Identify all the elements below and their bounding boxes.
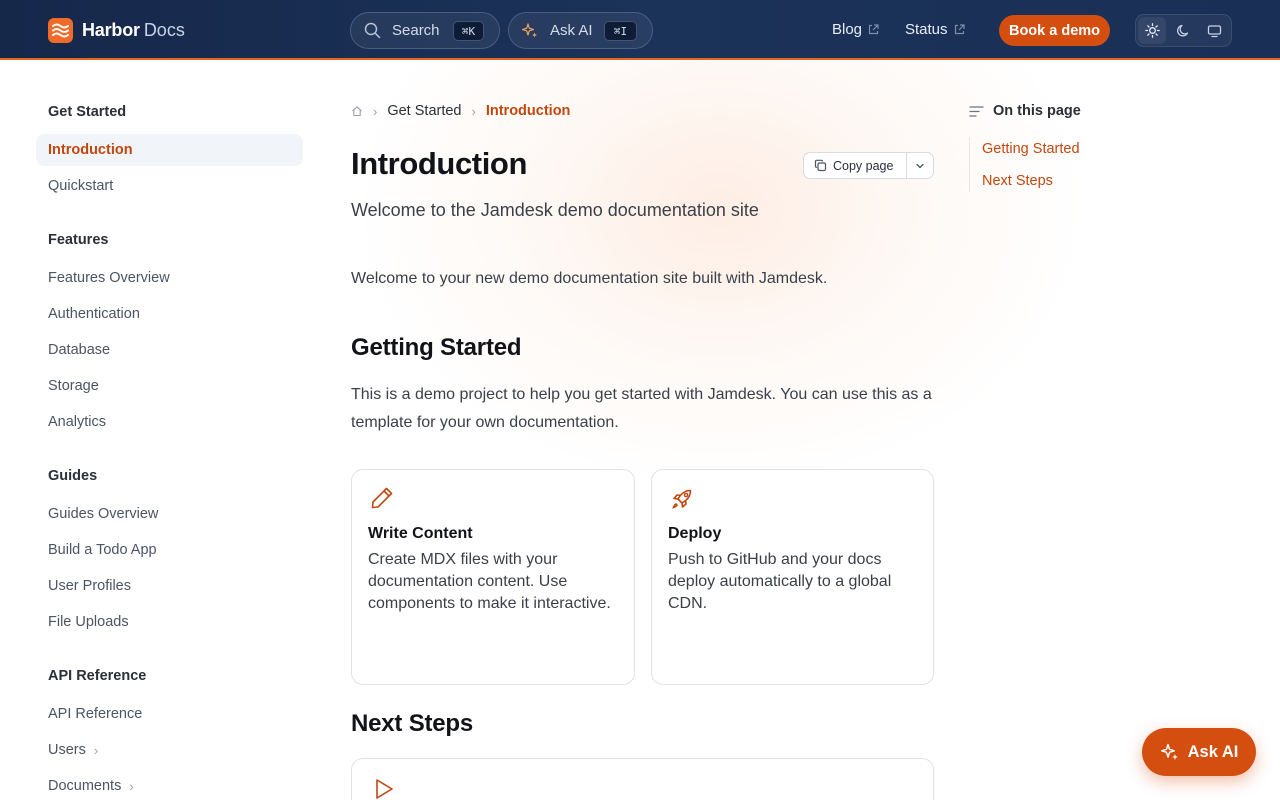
sidebar-item-guides-overview[interactable]: Guides Overview [36,498,303,530]
pencil-icon [371,487,393,509]
moon-icon [1177,24,1189,36]
theme-switcher [1135,14,1232,47]
sidebar-section-guides: Guides [48,468,98,484]
card-next-step[interactable] [351,758,934,800]
page-title: Introduction [351,146,527,181]
copy-page-dropdown[interactable] [907,153,933,178]
sidebar-item-users[interactable]: Users › [36,734,303,766]
chevron-right-icon: › [129,778,134,794]
toc-divider [969,137,970,192]
brand-suffix: Docs [143,20,185,40]
chevron-right-icon: › [373,103,378,119]
brand-name: Harbor [82,20,140,40]
dark-theme-button[interactable] [1169,17,1197,44]
sidebar-item-documents[interactable]: Documents › [36,770,303,800]
sidebar-item-database[interactable]: Database [36,334,303,366]
sidebar-item-user-profiles[interactable]: User Profiles [36,570,303,602]
sun-icon [1144,23,1160,38]
sparkles-icon [521,22,537,37]
copy-page-control: Copy page [803,152,934,179]
status-link[interactable]: Status [905,21,965,38]
chevron-right-icon: › [93,742,99,758]
card-deploy[interactable]: Deploy Push to GitHub and your docs depl… [651,469,934,685]
card-title: Write Content [368,525,473,542]
play-icon [376,779,393,799]
search-button[interactable]: Search ⌘K [350,12,500,49]
sidebar-item-introduction[interactable]: Introduction [36,134,303,166]
heading-next-steps: Next Steps [351,710,474,737]
card-description: Create MDX files with your documentation… [368,551,611,612]
ask-ai-label: Ask AI [550,22,593,39]
search-icon [364,22,381,39]
sparkles-icon [1160,743,1178,760]
sidebar-item-file-uploads[interactable]: File Uploads [36,606,303,638]
sidebar-item-storage[interactable]: Storage [36,370,303,402]
toc-item-next-steps[interactable]: Next Steps [982,173,1053,189]
top-navigation-bar: Harbor Docs Search ⌘K Ask AI ⌘I Blog Stat… [0,0,1280,60]
sidebar-item-label: Users [48,742,86,758]
copy-icon [814,159,827,172]
external-link-icon [868,24,879,35]
ask-ai-floating-button[interactable]: Ask AI [1142,728,1256,776]
ask-ai-fab-label: Ask AI [1187,742,1239,761]
card-write-content[interactable]: Write Content Create MDX files with your… [351,469,635,685]
breadcrumb-item-get-started[interactable]: Get Started [387,103,461,119]
toc-header: On this page [969,103,1081,119]
card-title: Deploy [668,525,722,542]
chevron-right-icon: › [471,103,476,119]
sidebar-item-api-reference[interactable]: API Reference [36,698,303,730]
card-description: Push to GitHub and your docs deploy auto… [668,551,892,612]
copy-page-button[interactable]: Copy page [804,153,908,178]
home-icon[interactable] [351,105,363,117]
sidebar-item-quickstart[interactable]: Quickstart [36,170,303,202]
sidebar-item-authentication[interactable]: Authentication [36,298,303,330]
brand[interactable]: Harbor Docs [48,18,185,43]
status-label: Status [905,21,948,38]
sidebar-section-features: Features [48,232,109,248]
breadcrumb-item-introduction: Introduction [485,103,571,119]
page-subtitle: Welcome to the Jamdesk demo documentatio… [351,200,759,220]
ask-ai-button[interactable]: Ask AI ⌘I [508,12,653,49]
blog-link[interactable]: Blog [832,21,879,38]
sidebar-section-api-reference: API Reference [48,668,147,684]
search-label: Search [392,22,440,39]
sidebar-section-get-started: Get Started [48,104,127,120]
rocket-icon [672,489,692,509]
blog-label: Blog [832,21,863,38]
copy-page-label: Copy page [833,158,894,173]
sidebar-item-features-overview[interactable]: Features Overview [36,262,303,294]
logo-icon [48,18,73,43]
toc-item-getting-started[interactable]: Getting Started [982,141,1080,157]
heading-getting-started: Getting Started [351,334,522,361]
light-theme-button[interactable] [1138,17,1166,44]
breadcrumb: › Get Started › Introduction [351,103,570,119]
monitor-icon [1207,24,1221,37]
list-icon [969,105,984,117]
chevron-down-icon [916,163,924,168]
intro-paragraph: Welcome to your new demo documentation s… [351,270,828,287]
sidebar-item-analytics[interactable]: Analytics [36,406,303,438]
book-demo-button[interactable]: Book a demo [999,15,1110,46]
ask-ai-shortcut: ⌘I [604,21,637,41]
search-shortcut: ⌘K [453,21,484,41]
external-link-icon [954,24,965,35]
system-theme-button[interactable] [1200,17,1228,44]
getting-started-paragraph: This is a demo project to help you get s… [351,386,932,431]
sidebar-item-label: Documents [48,778,122,794]
sidebar-item-build-todo-app[interactable]: Build a Todo App [36,534,303,566]
toc-title: On this page [993,103,1081,119]
